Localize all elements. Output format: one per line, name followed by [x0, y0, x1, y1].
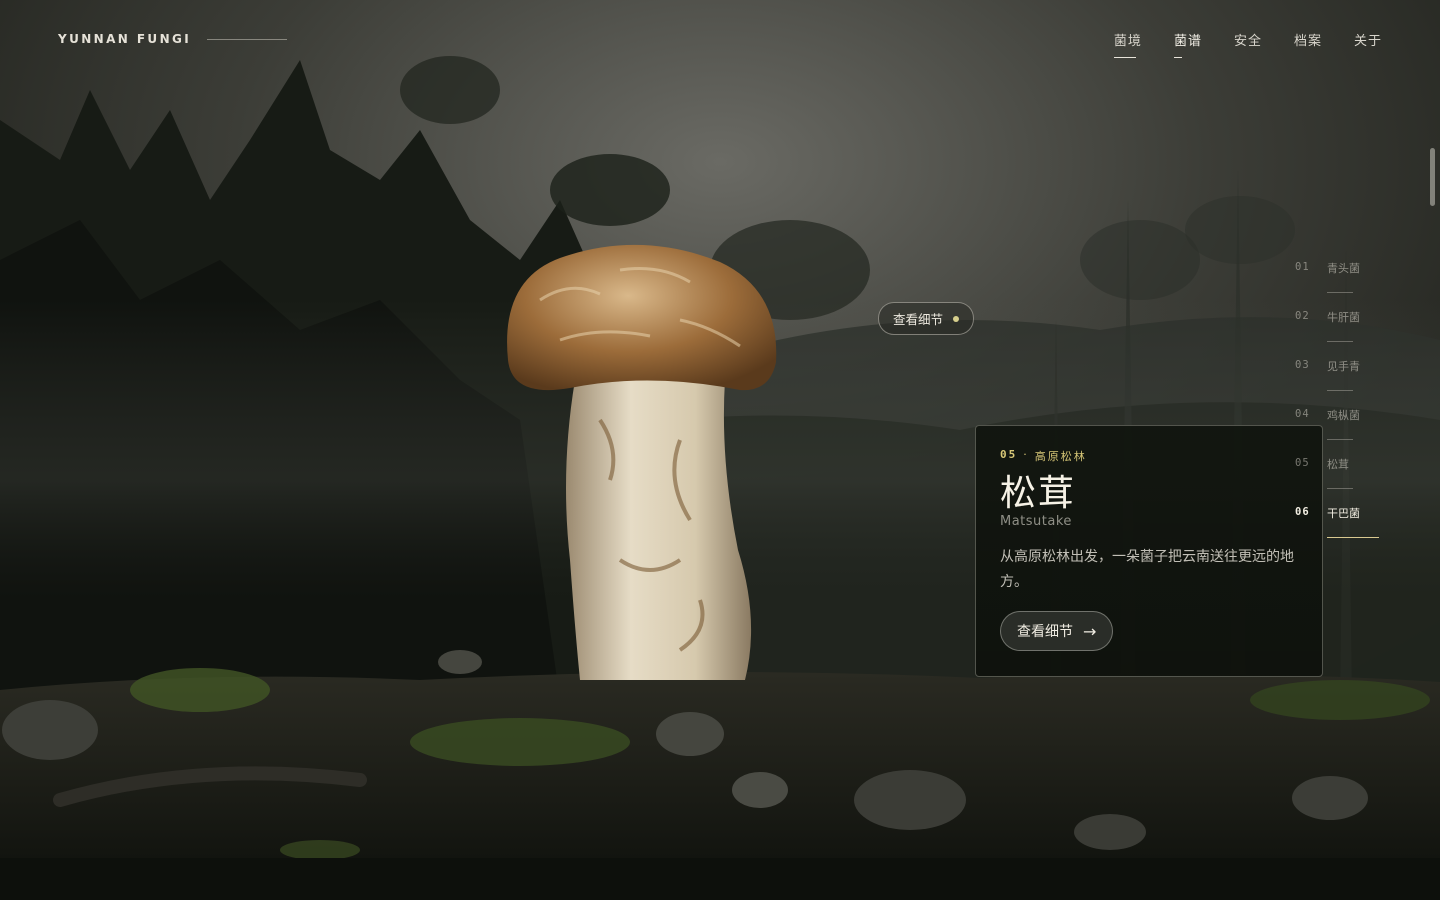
card-number: 05 — [1000, 448, 1018, 461]
page-scrollbar[interactable] — [1428, 0, 1438, 900]
main-nav: 菌境 菌谱 安全 档案 关于 — [1113, 30, 1382, 58]
index-item-02[interactable]: 02 牛肝菌 — [1295, 307, 1385, 356]
index-number: 04 — [1295, 408, 1310, 420]
card-eyebrow: 05 · 高原松林 — [1000, 448, 1298, 464]
index-number: 03 — [1295, 359, 1310, 371]
index-item-01[interactable]: 01 青头菌 — [1295, 258, 1385, 307]
index-underline — [1327, 439, 1353, 440]
index-underline — [1327, 537, 1379, 538]
species-index: 01 青头菌 02 牛肝菌 03 见手青 04 鸡枞菌 05 松茸 06 干巴菌 — [1295, 258, 1385, 552]
index-underline — [1327, 292, 1353, 293]
nav-item-dang-an[interactable]: 档案 — [1294, 30, 1322, 58]
nav-item-jun-pu[interactable]: 菌谱 — [1173, 30, 1202, 58]
index-label: 松茸 — [1327, 458, 1349, 471]
card-separator: · — [1023, 448, 1029, 461]
index-label: 牛肝菌 — [1327, 311, 1360, 324]
index-number: 01 — [1295, 261, 1310, 273]
arrow-right-icon: → — [1083, 621, 1097, 641]
index-label: 青头菌 — [1327, 262, 1360, 275]
card-subtitle: Matsutake — [1000, 514, 1072, 529]
card-title: 松茸 — [1000, 473, 1077, 514]
brand-logo[interactable]: YUNNAN FUNGI — [58, 32, 288, 46]
view-details-button[interactable]: 查看细节 → — [1000, 611, 1114, 651]
index-label: 干巴菌 — [1327, 507, 1360, 520]
index-number: 02 — [1295, 310, 1310, 322]
view-details-hotspot[interactable]: 查看细节 — [878, 302, 975, 335]
index-underline — [1327, 341, 1353, 342]
bottom-edge — [0, 858, 1440, 900]
index-number: 05 — [1295, 457, 1310, 469]
index-item-05[interactable]: 05 松茸 — [1295, 454, 1385, 503]
view-details-button-label: 查看细节 — [1017, 624, 1073, 640]
index-label: 鸡枞菌 — [1327, 409, 1360, 422]
hotspot-label: 查看细节 — [893, 312, 944, 327]
card-description: 从高原松林出发，一朵菌子把云南送往更远的地方。 — [1000, 549, 1294, 590]
index-number: 06 — [1295, 506, 1310, 518]
hotspot-dot-icon — [953, 315, 960, 322]
scrollbar-thumb[interactable] — [1430, 148, 1435, 206]
nav-item-guan-yu[interactable]: 关于 — [1354, 30, 1382, 58]
index-item-03[interactable]: 03 见手青 — [1295, 356, 1385, 405]
index-underline — [1327, 390, 1353, 391]
nav-item-an-quan[interactable]: 安全 — [1234, 30, 1262, 58]
index-item-06[interactable]: 06 干巴菌 — [1295, 503, 1385, 552]
nav-item-jun-jing[interactable]: 菌境 — [1113, 30, 1142, 58]
brand-divider — [207, 38, 288, 40]
index-item-04[interactable]: 04 鸡枞菌 — [1295, 405, 1385, 454]
card-habitat: 高原松林 — [1034, 450, 1087, 463]
species-info-card: 05 · 高原松林 松茸 Matsutake 从高原松林出发，一朵菌子把云南送往… — [975, 425, 1323, 677]
index-underline — [1327, 488, 1353, 489]
index-label: 见手青 — [1327, 360, 1360, 373]
brand-name: YUNNAN FUNGI — [58, 32, 192, 46]
